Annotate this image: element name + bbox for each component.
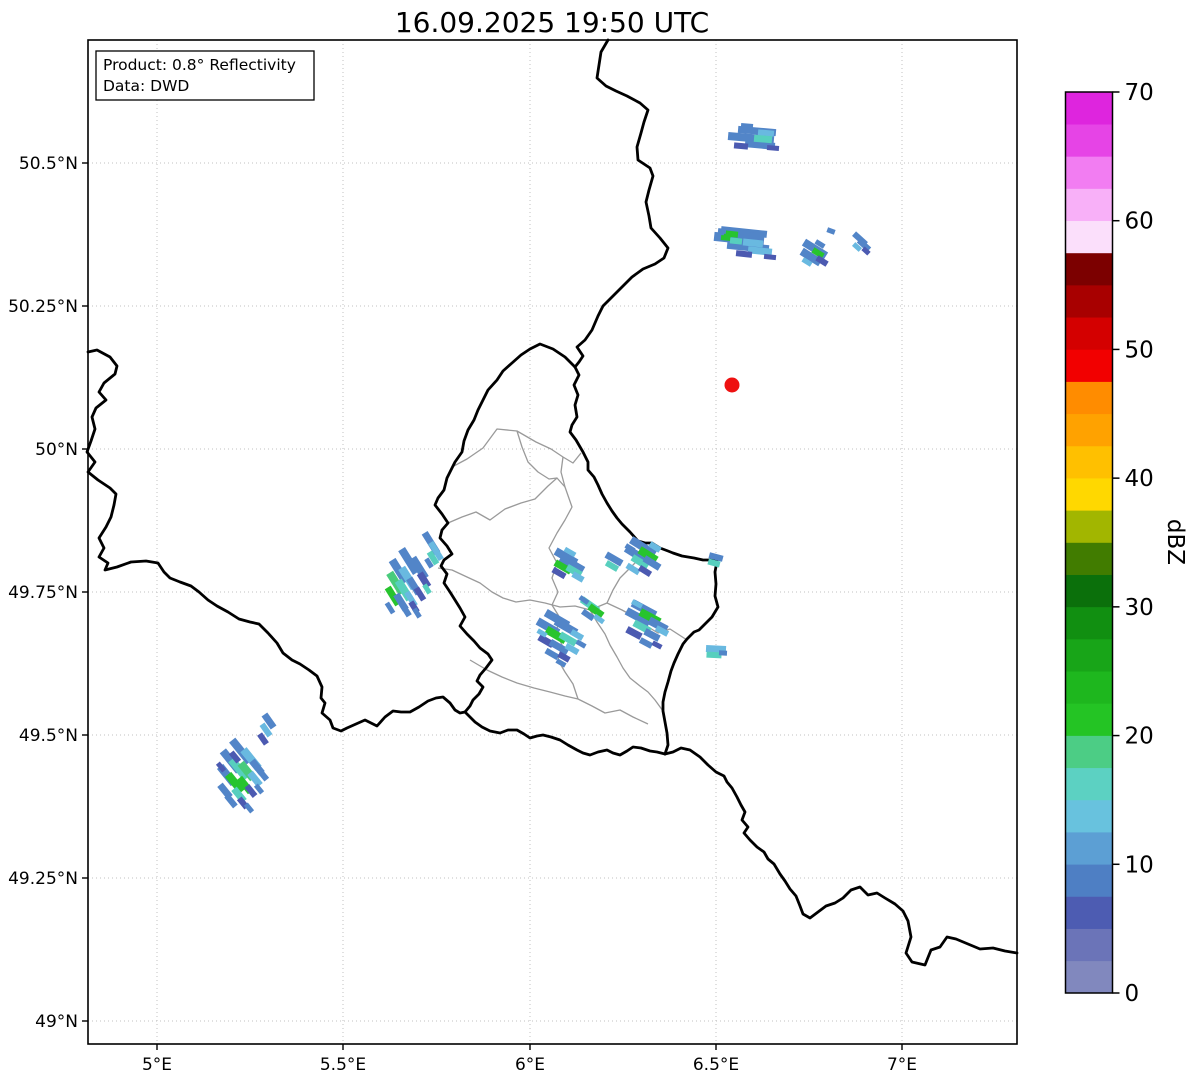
x-tick-label: 6°E [515,1055,545,1075]
y-tick-label: 50.25°N [8,297,78,317]
colorbar-segment [1065,542,1113,575]
x-tick-label: 5°E [142,1055,172,1075]
colorbar-segment [1065,220,1113,254]
colorbar-tick-label: 30 [1125,595,1154,621]
radar-map-figure: 16.09.2025 19:50 UTC 5°E 5.5°E 6°E 6.5°E 7°E… [0,0,1202,1081]
y-tick-label: 49°N [35,1012,78,1032]
colorbar-segment [1065,863,1113,897]
echo-streak [740,122,754,130]
info-product-line: Product: 0.8° Reflectivity [103,56,296,74]
y-tick-label: 49.5°N [19,726,78,746]
colorbar-segment [1065,477,1113,511]
figure-background [0,0,1202,1081]
figure-title: 16.09.2025 19:50 UTC [395,6,709,39]
colorbar-segment [1065,960,1113,994]
colorbar-segment [1065,767,1113,801]
colorbar-segment [1065,670,1113,704]
colorbar-segment [1065,284,1113,318]
colorbar-segment [1065,606,1113,640]
colorbar-unit-label: dBZ [1162,519,1188,565]
colorbar-tick-label: 50 [1125,337,1154,363]
colorbar-tick-label: 0 [1125,981,1140,1007]
radar-location-marker [724,377,740,393]
colorbar-segment [1065,703,1113,736]
colorbar-tick-label: 10 [1125,852,1154,878]
echo-streak [717,228,727,234]
echo-streak [718,650,728,656]
y-tick-label: 49.25°N [8,869,78,889]
colorbar-segment [1065,156,1113,189]
colorbar-tick-label: 60 [1125,209,1154,235]
radar-dot [724,377,740,393]
colorbar-segment [1065,381,1113,415]
colorbar-segment [1065,928,1113,962]
info-box: Product: 0.8° Reflectivity Data: DWD [95,50,315,101]
echo-streak [733,142,749,150]
colorbar-segment [1065,91,1113,125]
colorbar-tick-label: 40 [1125,466,1154,492]
colorbar-segment [1065,799,1113,833]
colorbar-segment [1065,413,1113,447]
colorbar-segment [1065,896,1113,929]
x-tick-label: 7°E [887,1055,917,1075]
colorbar-segment [1065,252,1113,286]
echo-streak [766,144,780,152]
y-tick-label: 50.5°N [19,154,78,174]
echo-streak [720,234,732,242]
colorbar-segment [1065,638,1113,672]
info-data-line: Data: DWD [103,77,189,95]
echo-streak [729,237,743,245]
x-tick-label: 6.5°E [693,1055,739,1075]
colorbar-segment [1065,188,1113,222]
colorbar-segment [1065,445,1113,479]
colorbar-segment [1065,831,1113,865]
x-tick-label: 5.5°E [320,1055,366,1075]
colorbar-segment [1065,510,1113,543]
colorbar-segment [1065,574,1113,608]
colorbar-segment [1065,123,1113,157]
colorbar-segment [1065,735,1113,769]
y-tick-label: 50°N [35,440,78,460]
y-tick-label: 49.75°N [8,583,78,603]
colorbar-tick-label: 20 [1125,724,1154,750]
colorbar-tick-label: 70 [1125,80,1154,106]
colorbar-segment [1065,349,1113,382]
colorbar-segment [1065,316,1113,350]
